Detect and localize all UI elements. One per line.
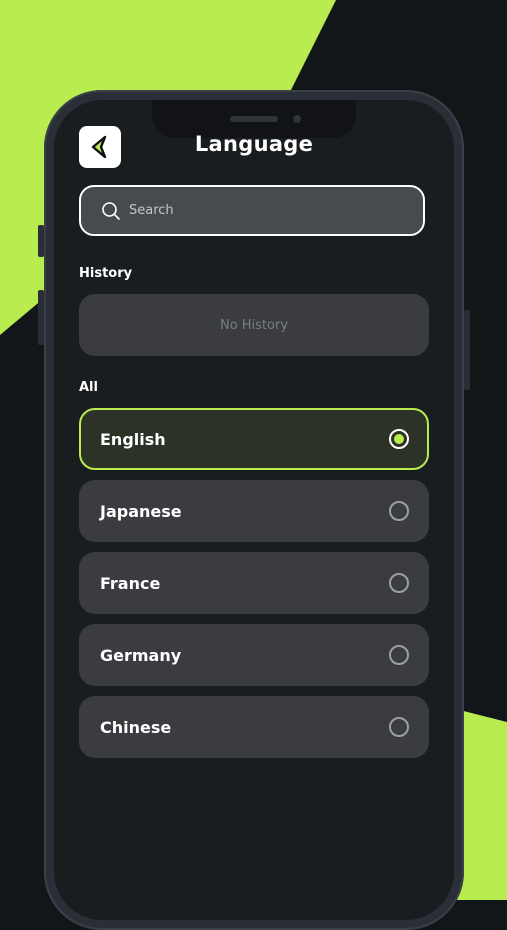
back-button[interactable] — [79, 126, 121, 168]
radio-unselected-icon[interactable] — [389, 501, 409, 521]
language-label: France — [100, 573, 161, 593]
history-empty-text: No History — [219, 317, 289, 333]
radio-selected-icon[interactable] — [389, 429, 409, 449]
language-item-france[interactable]: France — [79, 552, 429, 614]
radio-unselected-icon[interactable] — [389, 717, 409, 737]
radio-unselected-icon[interactable] — [389, 573, 409, 593]
phone-side-button — [38, 290, 44, 345]
phone-power-button — [464, 310, 470, 390]
language-label: Chinese — [100, 717, 172, 737]
search-input[interactable] — [129, 203, 399, 218]
page-title: Language — [194, 132, 314, 156]
language-label: Japanese — [100, 501, 182, 521]
radio-unselected-icon[interactable] — [389, 645, 409, 665]
language-label: Germany — [100, 645, 182, 665]
language-item-chinese[interactable]: Chinese — [79, 696, 429, 758]
history-section-label: History — [79, 266, 133, 281]
phone-camera — [293, 115, 301, 123]
language-item-english[interactable]: English — [79, 408, 429, 470]
chevron-left-icon — [91, 135, 107, 159]
phone-side-button — [38, 225, 44, 257]
all-section-label: All — [79, 380, 98, 395]
language-label: English — [100, 429, 166, 449]
search-icon — [101, 201, 121, 221]
language-item-japanese[interactable]: Japanese — [79, 480, 429, 542]
history-panel: No History — [79, 294, 429, 356]
phone-speaker — [230, 116, 278, 122]
search-bar[interactable] — [79, 185, 425, 236]
language-item-germany[interactable]: Germany — [79, 624, 429, 686]
